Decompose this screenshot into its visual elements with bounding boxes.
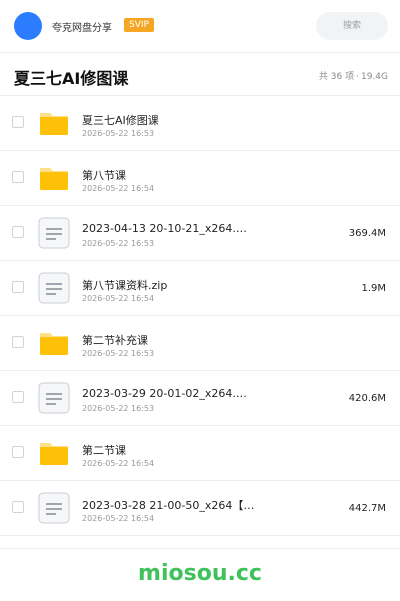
file-size: 442.7M xyxy=(348,503,386,514)
row-checkbox[interactable] xyxy=(12,116,24,128)
search-button[interactable]: 搜索 xyxy=(316,12,388,40)
file-list: 夏三七AI修图课 2026-05-22 16:53 第八节课 2026-05-22 1… xyxy=(0,96,400,536)
row-checkbox[interactable] xyxy=(12,501,24,513)
folder-icon xyxy=(38,437,70,469)
file-date: 2026-05-22 16:54 xyxy=(82,514,155,523)
folder-title-bar: 夏三七AI修图课 共 36 项 · 19.4G xyxy=(0,53,400,96)
footer: miosou.cc xyxy=(0,548,400,601)
svip-badge: SVIP xyxy=(124,18,154,32)
row-checkbox[interactable] xyxy=(12,171,24,183)
file-row[interactable]: 第二节补充课 2026-05-22 16:53 xyxy=(0,316,400,371)
file-name: 第二节补充课 xyxy=(82,334,148,347)
folder-stats: 共 36 项 · 19.4G xyxy=(319,69,388,82)
watermark: miosou.cc xyxy=(138,561,262,586)
file-name: 第八节课 xyxy=(82,169,126,182)
app-header: 夸克网盘分享 SVIP 搜索 xyxy=(0,0,400,53)
folder-icon xyxy=(38,107,70,139)
file-date: 2026-05-22 16:54 xyxy=(82,294,155,303)
row-checkbox[interactable] xyxy=(12,391,24,403)
file-date: 2026-05-22 16:53 xyxy=(82,349,155,358)
avatar[interactable] xyxy=(14,12,42,40)
file-row[interactable]: 2023-04-13 20-10-21_x264.… 2026-05-22 16:… xyxy=(0,206,400,261)
file-size: 1.9M xyxy=(361,283,386,294)
file-date: 2026-05-22 16:53 xyxy=(82,404,155,413)
stats-separator: · xyxy=(356,72,359,82)
row-checkbox[interactable] xyxy=(12,446,24,458)
file-name: 夏三七AI修图课 xyxy=(82,114,159,127)
file-row[interactable]: 第八节课 2026-05-22 16:54 xyxy=(0,151,400,206)
document-icon xyxy=(38,492,70,524)
file-name: 2023-03-28 21-00-50_x264【… xyxy=(82,499,255,512)
app-name: 夸克网盘分享 xyxy=(52,23,112,34)
item-count: 共 36 项 xyxy=(318,72,355,82)
file-date: 2026-05-22 16:53 xyxy=(82,239,155,248)
document-icon xyxy=(38,272,70,304)
file-name: 第八节课资料.zip xyxy=(82,279,168,292)
file-size: 369.4M xyxy=(348,228,386,239)
file-date: 2026-05-22 16:53 xyxy=(82,129,155,138)
file-name: 2023-03-29 20-01-02_x264.… xyxy=(82,387,247,400)
file-name: 第二节课 xyxy=(82,444,126,457)
total-size: 19.4G xyxy=(360,72,388,82)
file-row[interactable]: 夏三七AI修图课 2026-05-22 16:53 xyxy=(0,96,400,151)
file-date: 2026-05-22 16:54 xyxy=(82,459,155,468)
folder-icon xyxy=(38,327,70,359)
file-name: 2023-04-13 20-10-21_x264.… xyxy=(82,222,247,235)
folder-icon xyxy=(38,162,70,194)
row-checkbox[interactable] xyxy=(12,336,24,348)
page-title: 夏三七AI修图课 xyxy=(14,69,129,88)
row-checkbox[interactable] xyxy=(12,281,24,293)
document-icon xyxy=(38,382,70,414)
file-row[interactable]: 第八节课资料.zip 2026-05-22 16:54 1.9M xyxy=(0,261,400,316)
document-icon xyxy=(38,217,70,249)
file-size: 420.6M xyxy=(348,393,386,404)
file-row[interactable]: 第二节课 2026-05-22 16:54 xyxy=(0,426,400,481)
row-checkbox[interactable] xyxy=(12,226,24,238)
file-row[interactable]: 2023-03-28 21-00-50_x264【… 2026-05-22 16:… xyxy=(0,481,400,536)
file-row[interactable]: 2023-03-29 20-01-02_x264.… 2026-05-22 16:… xyxy=(0,371,400,426)
file-date: 2026-05-22 16:54 xyxy=(82,184,155,193)
